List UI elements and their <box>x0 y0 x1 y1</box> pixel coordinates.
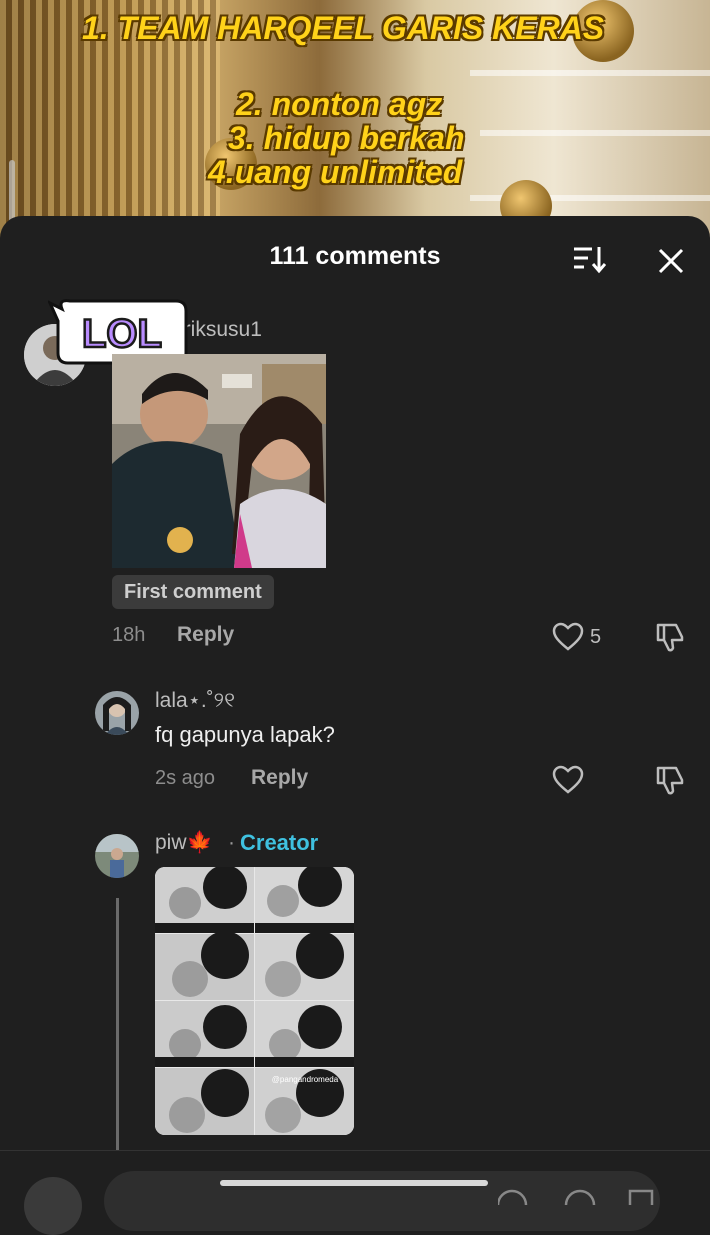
comment-time: 2s ago <box>155 767 216 789</box>
close-icon[interactable] <box>656 246 686 276</box>
creator-username[interactable]: piw🍁 <box>155 831 213 855</box>
comment-text: fq gapunya lapak? <box>155 722 335 747</box>
video-caption-line: 2. nonton agz <box>236 86 443 122</box>
separator-dot: · <box>228 831 235 854</box>
like-heart-icon[interactable] <box>552 622 584 652</box>
reply-button[interactable]: Reply <box>177 623 234 647</box>
photostrip-image: @pangandromeda <box>155 867 354 1135</box>
user-avatar-icon <box>95 691 139 735</box>
sort-icon[interactable] <box>572 244 606 274</box>
video-caption-line: 1. TEAM HARQEEL GARIS KERAS <box>82 10 605 46</box>
creator-avatar-icon <box>95 834 139 878</box>
comment-input-bar[interactable] <box>0 1150 710 1235</box>
video-caption-line: 4.uang unlimited <box>208 154 463 190</box>
input-actions-icons <box>498 1189 654 1205</box>
dislike-icon[interactable] <box>654 764 686 796</box>
creator-label: Creator <box>240 830 319 855</box>
reply-button[interactable]: Reply <box>251 766 308 790</box>
video-preview[interactable]: 1. TEAM HARQEEL GARIS KERAS 2. nonton ag… <box>0 0 710 240</box>
comment-photo[interactable]: @pangandromeda <box>155 867 354 1135</box>
like-heart-icon[interactable] <box>552 765 584 795</box>
avatar <box>24 1177 82 1235</box>
lol-sticker-text: LOL <box>82 312 162 356</box>
home-indicator <box>220 1180 488 1186</box>
photo-watermark: @pangandromeda <box>272 1075 339 1084</box>
like-count: 5 <box>590 626 602 648</box>
first-comment-badge: First comment <box>112 575 274 609</box>
avatar[interactable] <box>95 834 139 878</box>
thread-line <box>116 898 119 1156</box>
shelf-decoration <box>480 130 710 136</box>
comment-time: 18h <box>112 624 146 646</box>
comment-username[interactable]: lala⋆.˚୨୧ <box>155 688 235 713</box>
dislike-icon[interactable] <box>654 621 686 653</box>
couple-photo-image <box>112 354 326 568</box>
comment-photo[interactable] <box>112 354 326 568</box>
video-caption-line: 3. hidup berkah <box>228 120 465 156</box>
avatar[interactable] <box>95 691 139 735</box>
shelf-decoration <box>470 70 710 76</box>
